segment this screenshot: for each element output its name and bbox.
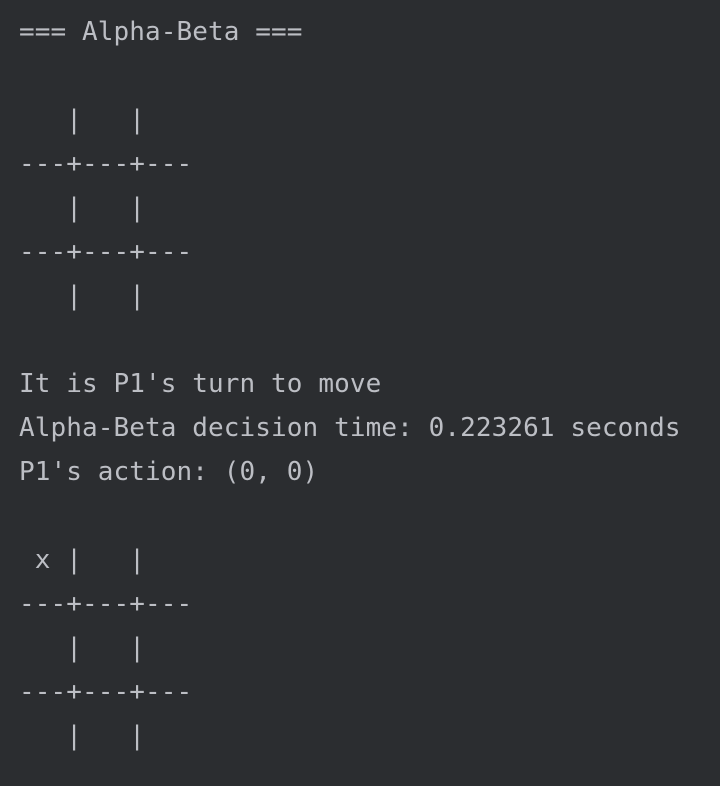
board-row: | |: [19, 281, 146, 311]
board-separator: ---+---+---: [19, 677, 193, 707]
board-after: x | | ---+---+--- | | ---+---+--- | |: [19, 538, 720, 758]
board-row: | |: [19, 105, 146, 135]
header-line: === Alpha-Beta ===: [19, 17, 303, 47]
action-line: P1's action: (0, 0): [19, 457, 319, 487]
board-row: | |: [19, 193, 146, 223]
turn-message: It is P1's turn to move: [19, 369, 382, 399]
run-console-output: === Alpha-Beta === | | ---+---+--- | | -…: [0, 0, 720, 786]
board-separator: ---+---+---: [19, 149, 193, 179]
board-separator: ---+---+---: [19, 237, 193, 267]
board-initial: | | ---+---+--- | | ---+---+--- | |: [19, 98, 720, 318]
decision-time: Alpha-Beta decision time: 0.223261 secon…: [19, 413, 681, 443]
board-row: x | |: [19, 545, 146, 575]
board-row: | |: [19, 721, 146, 751]
board-separator: ---+---+---: [19, 589, 193, 619]
board-row: | |: [19, 633, 146, 663]
